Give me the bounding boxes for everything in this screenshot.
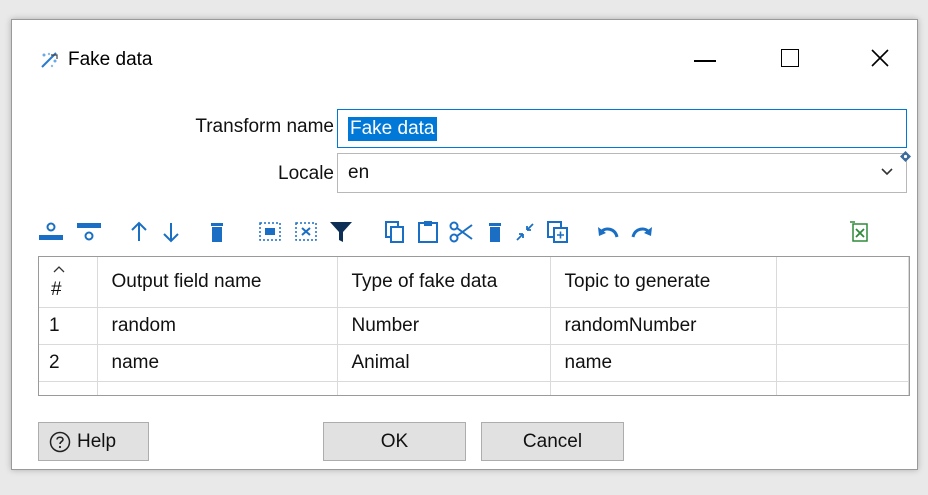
close-icon — [871, 49, 889, 67]
paste-icon — [418, 221, 438, 243]
locale-dropdown[interactable]: en — [337, 153, 907, 193]
copy-button[interactable] — [382, 219, 408, 245]
topic-to-generate-cell[interactable]: name — [550, 344, 777, 382]
move-down-icon — [163, 223, 179, 243]
filler-cell — [776, 307, 909, 345]
type-of-fake-data-cell[interactable]: Number — [337, 307, 551, 345]
delete-row-button[interactable] — [204, 219, 230, 245]
filter-button[interactable] — [328, 219, 354, 245]
filler-cell — [776, 344, 909, 382]
cancel-button[interactable]: Cancel — [481, 422, 624, 461]
close-button[interactable] — [862, 42, 898, 74]
cut-icon — [449, 221, 473, 243]
output-field-name-cell[interactable]: random — [97, 307, 338, 345]
column-header-topic-to-generate[interactable]: Topic to generate — [550, 257, 777, 308]
grid-toolbar — [38, 219, 878, 247]
copy-icon — [385, 221, 404, 243]
column-header-type-of-fake-data[interactable]: Type of fake data — [337, 257, 551, 308]
maximize-button[interactable] — [772, 42, 808, 74]
title-bar: Fake data — [12, 20, 917, 70]
fake-data-dialog: Fake data Transform name Fake data Local… — [11, 19, 918, 470]
undo-icon — [598, 227, 619, 238]
clear-selection-button[interactable] — [293, 219, 319, 245]
export-excel-icon — [850, 221, 868, 242]
fields-table: # Output field name Type of fake data To… — [39, 257, 909, 395]
insert-row-after-icon — [77, 223, 101, 241]
table-row[interactable]: 1 random Number randomNumber — [39, 307, 909, 345]
window-title: Fake data — [68, 49, 153, 70]
topic-to-generate-cell[interactable]: randomNumber — [550, 307, 777, 345]
help-label: Help — [77, 430, 117, 452]
move-up-icon — [131, 221, 147, 241]
insert-row-before-icon — [39, 222, 63, 240]
move-up-button[interactable] — [126, 219, 152, 245]
column-header-number[interactable]: # — [39, 257, 98, 308]
cut-button[interactable] — [448, 219, 474, 245]
transform-name-value: Fake data — [348, 117, 437, 141]
insert-row-after-button[interactable] — [76, 219, 102, 245]
insert-row-before-button[interactable] — [38, 219, 64, 245]
transform-name-label: Transform name — [195, 116, 334, 137]
minimize-button[interactable] — [687, 42, 723, 74]
ok-button[interactable]: OK — [323, 422, 466, 461]
locale-value: en — [348, 162, 370, 183]
select-all-icon — [259, 222, 281, 241]
locale-label: Locale — [278, 163, 334, 184]
select-all-button[interactable] — [257, 219, 283, 245]
table-header-row: # Output field name Type of fake data To… — [39, 257, 909, 308]
delete-icon — [489, 223, 501, 242]
column-header-filler — [776, 257, 909, 308]
help-button[interactable]: Help — [38, 422, 149, 461]
duplicate-button[interactable] — [545, 219, 571, 245]
export-excel-button[interactable] — [847, 219, 873, 245]
filter-icon — [330, 222, 352, 242]
sort-caret-icon — [53, 266, 65, 273]
redo-icon — [631, 227, 652, 238]
undo-button[interactable] — [595, 219, 621, 245]
help-icon — [49, 431, 71, 452]
minimize-icon — [694, 60, 716, 62]
duplicate-icon — [547, 221, 568, 243]
keep-selected-icon — [516, 223, 534, 241]
keep-selected-button[interactable] — [512, 219, 538, 245]
table-row[interactable]: 2 name Animal name — [39, 344, 909, 382]
type-of-fake-data-cell[interactable]: Animal — [337, 344, 551, 382]
chevron-down-icon — [881, 168, 893, 176]
maximize-icon — [781, 49, 799, 67]
row-number: 1 — [39, 307, 98, 345]
column-header-output-field-name[interactable]: Output field name — [97, 257, 338, 308]
clear-selection-icon — [295, 222, 317, 241]
variable-help-icon[interactable] — [900, 151, 911, 162]
row-number: 2 — [39, 344, 98, 382]
delete-button[interactable] — [482, 219, 508, 245]
redo-button[interactable] — [629, 219, 655, 245]
move-down-button[interactable] — [158, 219, 184, 245]
transform-name-input[interactable]: Fake data — [337, 109, 907, 148]
empty-row[interactable] — [39, 381, 909, 395]
paste-button[interactable] — [415, 219, 441, 245]
delete-row-icon — [211, 223, 223, 242]
fake-data-icon — [41, 52, 58, 68]
output-field-name-cell[interactable]: name — [97, 344, 338, 382]
fields-grid: # Output field name Type of fake data To… — [38, 256, 910, 396]
